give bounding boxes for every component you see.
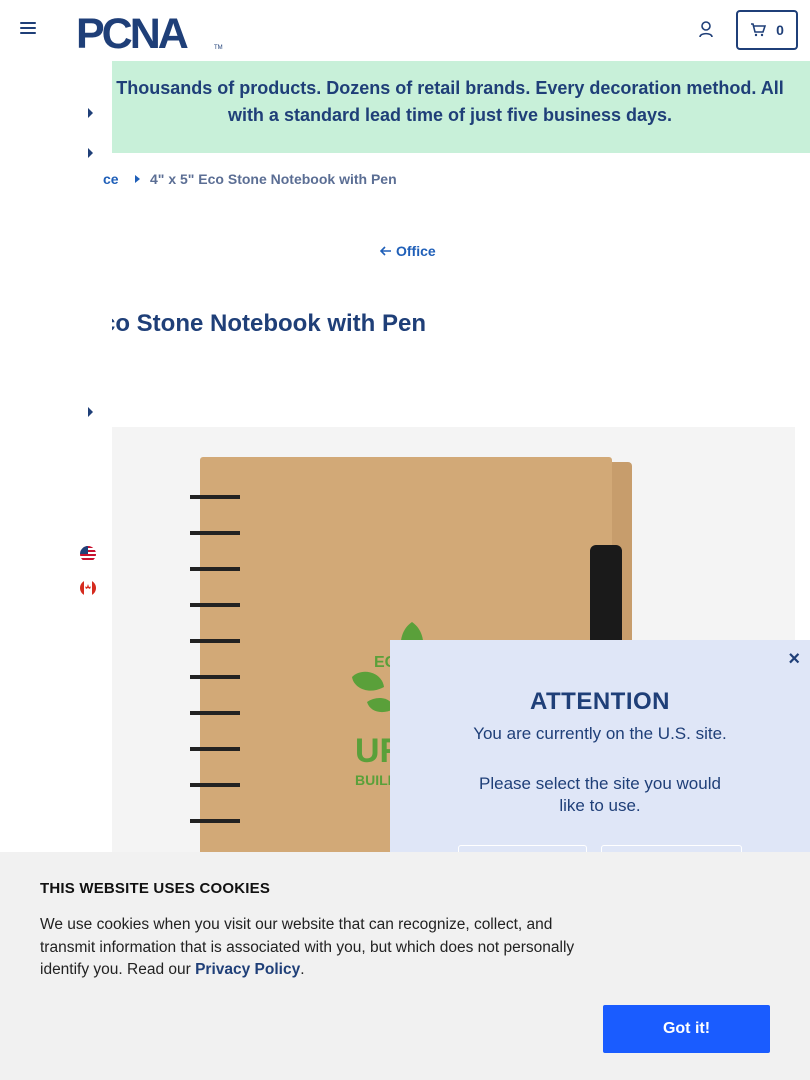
cart-button[interactable]: 0: [736, 10, 798, 50]
back-to-category-link[interactable]: Office: [380, 243, 436, 259]
cookie-banner: THIS WEBSITE USES COOKIES We use cookies…: [0, 852, 810, 1080]
modal-title: ATTENTION: [529, 688, 671, 715]
promo-text-line2: with a standard lead time of just five b…: [227, 105, 673, 125]
promo-banner: Thousands of products. Dozens of retail …: [90, 61, 810, 153]
caret-right-icon[interactable]: [88, 148, 93, 158]
cookie-title: THIS WEBSITE USES COOKIES: [40, 880, 271, 897]
back-link-label: Office: [396, 243, 436, 259]
accept-cookies-button[interactable]: Got it!: [603, 1005, 770, 1053]
account-icon[interactable]: [698, 20, 716, 40]
cookie-text: We use cookies when you visit our websit…: [40, 914, 600, 982]
privacy-policy-link[interactable]: Privacy Policy: [195, 961, 300, 978]
site-header: PCNA TM 0: [0, 0, 810, 61]
page: PCNA TM 0 Thousands of products. Dozens …: [0, 0, 810, 1080]
product-title: co Stone Notebook with Pen: [102, 310, 427, 337]
pcna-logo[interactable]: PCNA TM: [76, 10, 226, 58]
arrow-left-icon: [380, 246, 391, 256]
cookie-body-suffix: .: [300, 961, 305, 978]
breadcrumb-parent-link[interactable]: ce: [103, 171, 119, 187]
us-flag-icon[interactable]: [80, 546, 96, 562]
caret-right-icon[interactable]: [88, 407, 93, 417]
site-selection-modal: × ATTENTION You are currently on the U.S…: [390, 640, 810, 885]
cart-count: 0: [776, 22, 784, 38]
caret-right-icon[interactable]: [88, 108, 93, 118]
canada-flag-icon[interactable]: [80, 580, 96, 596]
menu-icon[interactable]: [20, 22, 36, 38]
cart-icon: [751, 23, 767, 37]
promo-text-line1: Thousands of products. Dozens of retail …: [116, 78, 784, 98]
cookie-body-prefix: We use cookies when you visit our websit…: [40, 916, 575, 978]
modal-select-site-text: Please select the site you would like to…: [479, 774, 721, 815]
breadcrumb-current: 4" x 5" Eco Stone Notebook with Pen: [150, 171, 397, 187]
svg-text:PCNA: PCNA: [76, 10, 188, 52]
close-icon[interactable]: ×: [788, 648, 800, 671]
svg-text:TM: TM: [214, 45, 223, 51]
breadcrumb-separator-icon: [135, 175, 140, 183]
modal-current-site-text: You are currently on the U.S. site.: [473, 724, 727, 743]
